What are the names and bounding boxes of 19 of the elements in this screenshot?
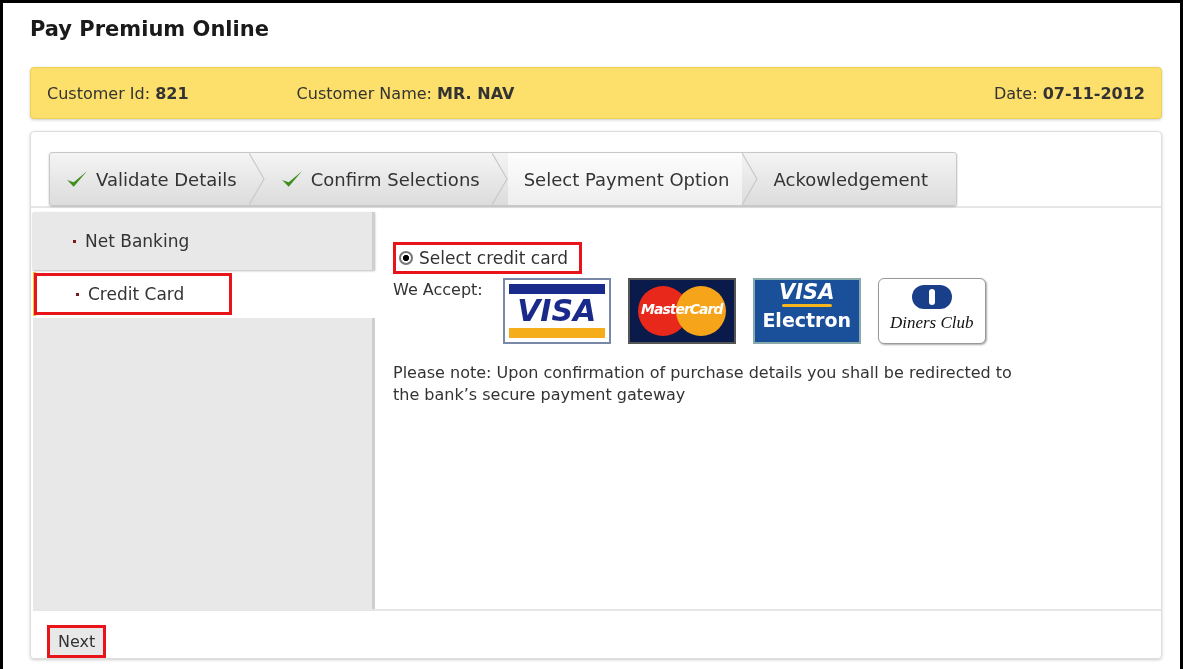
check-icon [66,170,88,188]
we-accept-label: We Accept: [393,279,483,301]
next-button[interactable]: Next [47,625,107,658]
wizard-step[interactable]: Ackowledgement [757,153,957,205]
visa-logo: VISA [502,278,611,344]
page-title: Pay Premium Online [30,17,270,43]
diners-club-logo: Diners Club [877,278,986,344]
wizard-step[interactable]: Confirm Selections [264,153,492,205]
customer-id: Customer Id: 821 [47,83,189,103]
sidebar-item[interactable]: Net Banking [33,212,375,270]
sidebar-item[interactable]: Credit Card [33,272,233,316]
wizard-step[interactable]: Select Payment Option [507,153,742,205]
customer-name: Customer Name: MR. NAV [296,83,515,103]
credit-card-radio[interactable]: Select credit card [393,242,583,274]
mastercard-logo: MasterCard [627,278,736,344]
payment-note: Please note: Upon confirmation of purchase details you shall be redirected to the bank’s secure payment gateway [393,362,1013,406]
visa-electron-logo: VISA Electron [752,278,861,344]
wizard-step[interactable]: Validate Details [50,153,249,205]
date: Date: 07-11-2012 [993,83,1145,103]
